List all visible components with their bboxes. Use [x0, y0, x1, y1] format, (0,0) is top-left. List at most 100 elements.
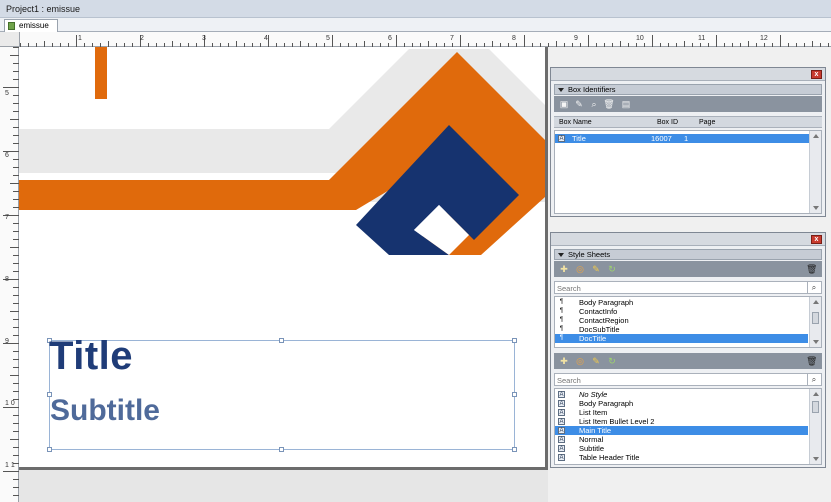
- resize-handle-bottom-left[interactable]: [47, 447, 52, 452]
- column-page[interactable]: Page: [699, 118, 715, 128]
- style-label: Body Paragraph: [579, 298, 634, 307]
- box-identifiers-panel: x Box Identifiers ▣ ✎ ⌕ 🗑 ▤ Box Name Box…: [550, 67, 826, 217]
- horizontal-ruler-ticks: 1 2 3 4 5 6 7 8 9 10 11 12: [20, 35, 829, 47]
- ruler-label: 2: [140, 35, 144, 42]
- window-titlebar: Project1 : emissue: [0, 0, 831, 18]
- ruler-label: 4: [264, 35, 268, 42]
- style-sheets-header[interactable]: Style Sheets: [554, 249, 822, 260]
- resize-handle-top-right[interactable]: [512, 338, 517, 343]
- style-label: Table Header Title: [579, 453, 640, 462]
- layout-icon: [8, 22, 15, 30]
- character-search-input[interactable]: [557, 375, 805, 385]
- list-item[interactable]: A Subtitle: [555, 444, 808, 453]
- character-style-icon: A: [558, 436, 565, 443]
- paragraph-mark-icon: ¶: [559, 326, 564, 332]
- box-id-cell: 16007: [651, 134, 672, 143]
- collapse-arrow-icon[interactable]: [558, 88, 564, 92]
- scroll-down-icon[interactable]: [813, 457, 819, 461]
- box-icon[interactable]: ▣: [558, 98, 570, 110]
- style-sheets-panel: x Style Sheets ✚ ◎ ✎ ↻ 🗑 ⌕ ¶ Body Paragr…: [550, 232, 826, 468]
- paragraph-mark-icon: ¶: [559, 308, 564, 314]
- find-icon[interactable]: ⌕: [588, 98, 600, 110]
- edit-style-icon[interactable]: ◎: [574, 263, 586, 275]
- list-item[interactable]: A Main Title: [555, 426, 808, 435]
- vertical-scrollbar[interactable]: [809, 389, 821, 464]
- collapse-arrow-icon[interactable]: [558, 253, 564, 257]
- scroll-down-icon[interactable]: [813, 340, 819, 344]
- list-item[interactable]: A No Style: [555, 390, 808, 399]
- list-item[interactable]: ¶ Body Paragraph: [555, 298, 808, 307]
- box-identifiers-header[interactable]: Box Identifiers: [554, 84, 822, 95]
- vertical-scrollbar[interactable]: [809, 131, 821, 213]
- resize-handle-top[interactable]: [279, 338, 284, 343]
- list-item[interactable]: A Normal: [555, 435, 808, 444]
- style-label: DocSubTitle: [579, 325, 620, 334]
- trash-icon[interactable]: 🗑: [806, 263, 817, 275]
- new-style-icon[interactable]: ✚: [558, 355, 570, 367]
- paragraph-mark-icon: ¶: [559, 317, 564, 323]
- style-label: DocTitle: [579, 334, 607, 343]
- ruler-label: 5: [326, 35, 330, 42]
- scroll-up-icon[interactable]: [813, 134, 819, 138]
- resize-handle-right[interactable]: [512, 392, 517, 397]
- style-label: List Item: [579, 408, 608, 417]
- scroll-up-icon[interactable]: [813, 300, 819, 304]
- box-identifiers-list: A Title 16007 1: [554, 130, 822, 214]
- scroll-down-icon[interactable]: [813, 206, 819, 210]
- tab-label: emissue: [19, 21, 49, 30]
- paragraph-search: ⌕: [554, 281, 822, 294]
- character-style-icon: A: [558, 391, 565, 398]
- paragraph-styles-toolbar: ✚ ◎ ✎ ↻ 🗑: [554, 261, 822, 277]
- list-item[interactable]: ¶ ContactRegion: [555, 316, 808, 325]
- list-item[interactable]: A Body Paragraph: [555, 399, 808, 408]
- list-item[interactable]: ¶ ContactInfo: [555, 307, 808, 316]
- document-title[interactable]: Title: [49, 334, 133, 379]
- vertical-scrollbar[interactable]: [809, 297, 821, 347]
- ruler-label: 10: [636, 35, 644, 42]
- character-styles-list: A No Style A Body Paragraph A List Item …: [554, 388, 822, 465]
- search-icon[interactable]: ⌕: [807, 282, 820, 293]
- search-icon[interactable]: ⌕: [807, 374, 820, 385]
- list-item[interactable]: A Table Header Title: [555, 453, 808, 462]
- refresh-icon[interactable]: ↻: [606, 263, 618, 275]
- scroll-up-icon[interactable]: [813, 392, 819, 396]
- new-style-icon[interactable]: ✚: [558, 263, 570, 275]
- close-icon[interactable]: x: [811, 70, 822, 79]
- close-icon[interactable]: x: [811, 235, 822, 244]
- text-box-icon: A: [558, 135, 565, 142]
- list-item[interactable]: ¶ DocSubTitle: [555, 325, 808, 334]
- list-item[interactable]: A List Item: [555, 408, 808, 417]
- scroll-thumb[interactable]: [812, 401, 819, 413]
- table-row[interactable]: A Title 16007 1: [555, 134, 809, 143]
- ruler-origin[interactable]: [0, 32, 20, 47]
- ruler-label: 9: [574, 35, 578, 42]
- column-box-id[interactable]: Box ID: [657, 118, 678, 128]
- document-subtitle[interactable]: Subtitle: [50, 394, 160, 428]
- scroll-thumb[interactable]: [812, 312, 819, 324]
- pencil-icon[interactable]: ✎: [590, 355, 602, 367]
- list-item[interactable]: ¶ DocTitle: [555, 334, 808, 343]
- paragraph-styles-list: ¶ Body Paragraph ¶ ContactInfo ¶ Contact…: [554, 296, 822, 348]
- style-label: No Style: [579, 390, 608, 399]
- edit-style-icon[interactable]: ◎: [574, 355, 586, 367]
- paragraph-mark-icon: ¶: [559, 335, 564, 341]
- horizontal-ruler[interactable]: 1 2 3 4 5 6 7 8 9 10 11 12: [20, 32, 831, 47]
- trash-icon[interactable]: 🗑: [806, 355, 817, 367]
- ruler-label: 1 0: [5, 400, 15, 407]
- refresh-icon[interactable]: ↻: [606, 355, 618, 367]
- resize-handle-bottom[interactable]: [279, 447, 284, 452]
- document-page[interactable]: Title Subtitle: [19, 47, 545, 467]
- list-item[interactable]: A List Item Bullet Level 2: [555, 417, 808, 426]
- image-icon[interactable]: ▤: [620, 98, 632, 110]
- tab-emissue[interactable]: emissue: [4, 19, 58, 32]
- ruler-label: 3: [202, 35, 206, 42]
- panel-header-label: Style Sheets: [568, 250, 611, 259]
- pencil-icon[interactable]: ✎: [590, 263, 602, 275]
- resize-handle-bottom-right[interactable]: [512, 447, 517, 452]
- edit-icon[interactable]: ✎: [573, 98, 585, 110]
- delete-icon[interactable]: 🗑: [603, 98, 615, 110]
- window-title: Project1 : emissue: [6, 4, 81, 14]
- vertical-ruler[interactable]: 5 6 7 8 9 1 0 1 1: [0, 47, 19, 502]
- paragraph-search-input[interactable]: [557, 283, 805, 293]
- column-box-name[interactable]: Box Name: [559, 118, 592, 128]
